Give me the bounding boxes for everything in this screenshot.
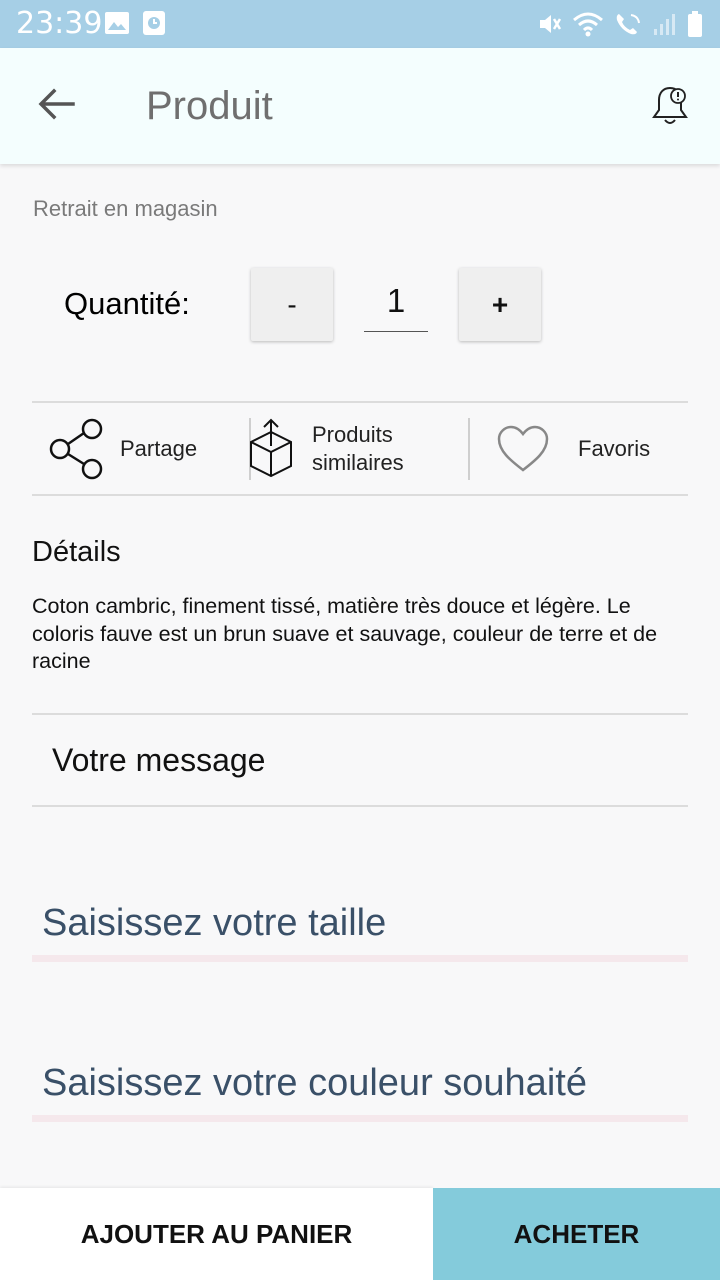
clock-app-icon	[143, 11, 165, 35]
color-input-underline	[32, 1115, 688, 1122]
similar-label-line1: Produits	[312, 422, 393, 447]
divider	[32, 713, 688, 715]
page-title: Produit	[146, 84, 273, 128]
box-icon	[250, 418, 292, 478]
similar-products-action[interactable]: Produits similaires	[248, 404, 404, 494]
quantity-increase-button[interactable]: +	[459, 268, 541, 341]
wifi-call-icon	[616, 14, 640, 35]
buy-button[interactable]: ACHETER	[433, 1188, 720, 1280]
back-button[interactable]	[30, 78, 82, 130]
favorites-label: Favoris	[578, 436, 651, 461]
notification-button[interactable]	[646, 82, 694, 130]
details-text: Coton cambric, finement tissé, matière t…	[32, 594, 658, 673]
similar-label-line2: similaires	[312, 450, 404, 475]
heart-icon	[497, 425, 549, 472]
status-left-icons	[104, 10, 166, 36]
size-input-underline	[32, 955, 688, 962]
color-input[interactable]	[32, 1062, 688, 1105]
details-title: Détails	[32, 536, 121, 568]
divider	[32, 401, 688, 403]
app-bar: Produit	[0, 48, 720, 164]
size-field	[32, 902, 688, 962]
add-to-cart-button[interactable]: AJOUTER AU PANIER	[0, 1188, 433, 1280]
pickup-info: Retrait en magasin	[33, 196, 218, 221]
size-input[interactable]	[32, 902, 688, 945]
share-label: Partage	[120, 436, 198, 461]
image-icon	[105, 12, 129, 34]
wifi-icon	[573, 12, 603, 37]
mute-icon	[540, 15, 562, 33]
status-bar: 23:39	[0, 0, 720, 48]
message-link[interactable]: Votre message	[52, 742, 265, 779]
separator	[468, 418, 470, 480]
color-field	[32, 1062, 688, 1122]
status-right-icons	[536, 10, 704, 38]
divider	[32, 805, 688, 807]
quantity-label: Quantité:	[64, 286, 190, 321]
share-action[interactable]: Partage	[46, 404, 197, 494]
bottom-bar: AJOUTER AU PANIER ACHETER	[0, 1188, 720, 1280]
signal-icon	[654, 14, 675, 35]
quantity-value[interactable]: 1	[364, 282, 428, 332]
divider	[32, 494, 688, 496]
arrow-left-icon	[38, 88, 75, 120]
quantity-decrease-button[interactable]: -	[251, 268, 333, 341]
favorites-action[interactable]: Favoris	[496, 404, 650, 494]
bell-alert-icon	[652, 86, 688, 124]
share-icon	[49, 418, 103, 480]
status-time: 23:39	[16, 6, 103, 41]
battery-icon	[688, 11, 702, 37]
